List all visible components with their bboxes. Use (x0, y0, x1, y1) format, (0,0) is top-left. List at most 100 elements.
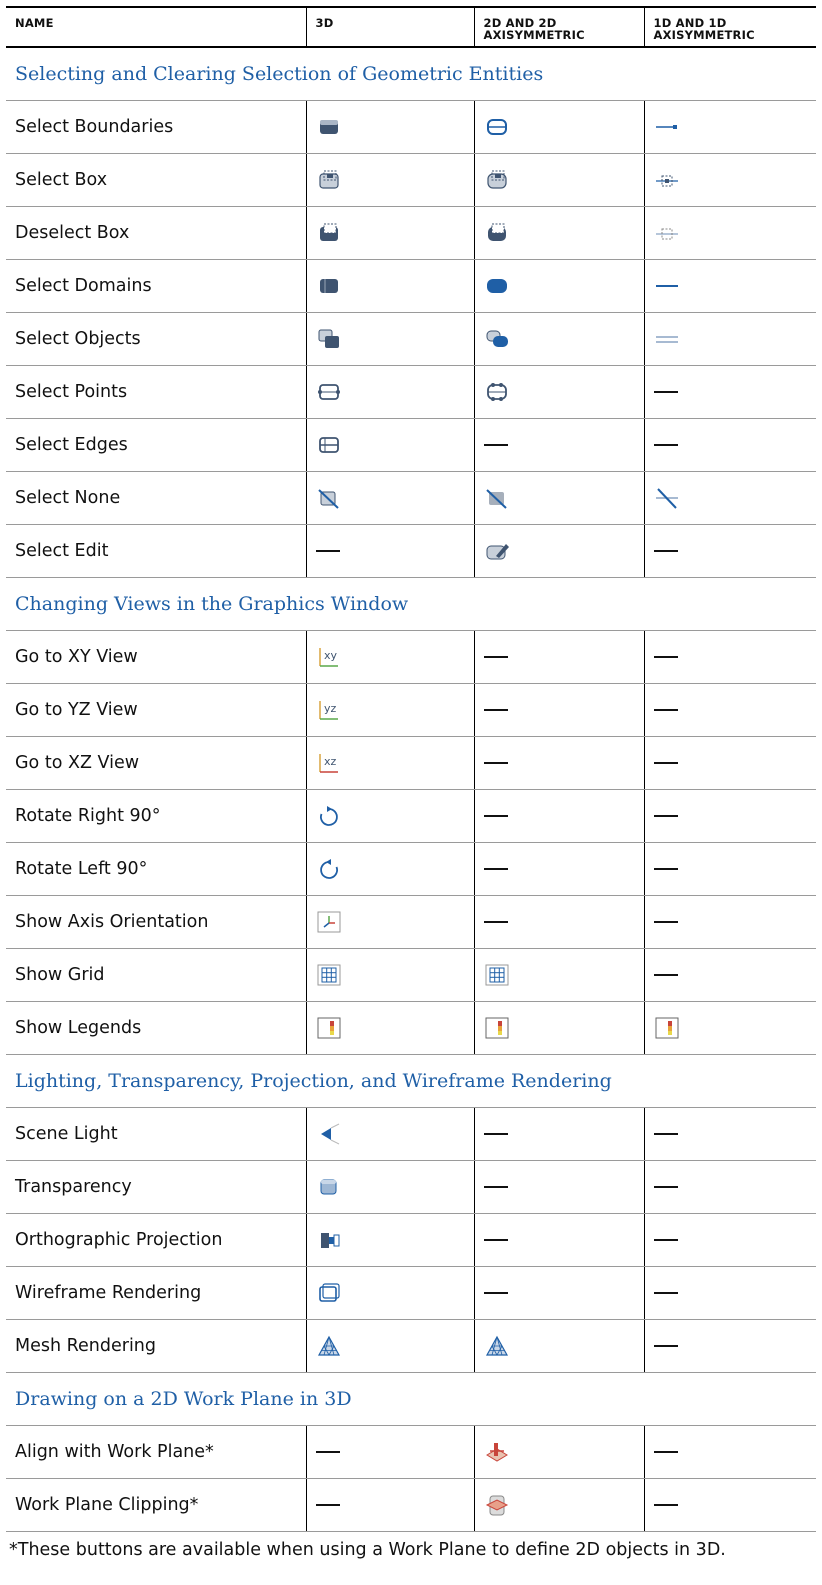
mesh-icon (484, 1334, 510, 1358)
not-available-1d (643, 418, 816, 472)
button-icon-cell-3d (305, 418, 474, 472)
table-row: Select Edit (6, 524, 816, 578)
select-points-3d-icon (316, 380, 342, 404)
table-row: Select Edges (6, 418, 816, 472)
not-available-3d (305, 524, 474, 578)
dash-icon (653, 1239, 678, 1241)
button-icon-cell-3d (305, 1266, 474, 1320)
button-icon-cell-1d (643, 471, 816, 525)
dash-icon (653, 921, 678, 923)
dash-icon (653, 550, 678, 552)
button-name: Go to XZ View (6, 736, 306, 790)
not-available-3d (305, 1478, 474, 1532)
select-objects-1d-icon (654, 327, 680, 351)
button-name: Rotate Right 90° (6, 789, 306, 843)
button-icon-cell-1d (643, 100, 816, 154)
section-title: Selecting and Clearing Selection of Geom… (6, 47, 816, 101)
select-points-2d-icon (484, 380, 510, 404)
button-icon-cell-3d (305, 895, 474, 949)
legend-icon (484, 1016, 510, 1040)
not-available-2d (473, 895, 644, 949)
grid-icon (484, 963, 510, 987)
not-available-2d (473, 630, 644, 684)
table-row: Go to YZ View yz (6, 683, 816, 737)
not-available-2d (473, 842, 644, 896)
button-name: Rotate Left 90° (6, 842, 306, 896)
button-name: Mesh Rendering (6, 1319, 306, 1373)
dash-icon (483, 656, 508, 658)
not-available-1d (643, 524, 816, 578)
header-2d: 2D AND 2D AXISYMMETRIC (473, 6, 644, 48)
dash-icon (483, 762, 508, 764)
button-icon-cell-2d (473, 259, 644, 313)
section-title: Changing Views in the Graphics Window (6, 577, 816, 631)
button-icon-cell-2d (473, 1319, 644, 1373)
button-icon-cell-3d (305, 1001, 474, 1055)
table-row: Work Plane Clipping* (6, 1478, 816, 1532)
button-icon-cell-3d (305, 948, 474, 1002)
header-1d: 1D AND 1D AXISYMMETRIC (643, 6, 816, 48)
table-row: Go to XY View xy (6, 630, 816, 684)
orthographic-projection-icon (316, 1228, 342, 1252)
dash-icon (315, 1451, 340, 1453)
dash-icon (653, 656, 678, 658)
mesh-icon (316, 1334, 342, 1358)
table-row: Mesh Rendering (6, 1319, 816, 1373)
select-edges-3d-icon (316, 433, 342, 457)
section-row: Lighting, Transparency, Projection, and … (6, 1054, 816, 1108)
table-row: Orthographic Projection (6, 1213, 816, 1267)
button-icon-cell-2d (473, 1425, 644, 1479)
button-name: Align with Work Plane* (6, 1425, 306, 1479)
table-row: Show Axis Orientation (6, 895, 816, 949)
not-available-1d (643, 1160, 816, 1214)
button-icon-cell-2d (473, 365, 644, 419)
not-available-2d (473, 1213, 644, 1267)
table-row: Scene Light (6, 1107, 816, 1161)
table-row: Select Boundaries (6, 100, 816, 154)
button-name: Show Grid (6, 948, 306, 1002)
rotate-right-icon (316, 804, 342, 828)
button-name: Select Points (6, 365, 306, 419)
table-header-row: NAME 3D 2D AND 2D AXISYMMETRIC 1D AND 1D… (6, 6, 816, 48)
svg-text:xy: xy (324, 649, 338, 662)
table-row: Wireframe Rendering (6, 1266, 816, 1320)
button-icon-cell-2d (473, 153, 644, 207)
svg-text:xz: xz (324, 755, 337, 768)
button-name: Select Box (6, 153, 306, 207)
not-available-1d (643, 842, 816, 896)
dash-icon (315, 550, 340, 552)
button-icon-cell-3d: xy (305, 630, 474, 684)
not-available-1d (643, 1213, 816, 1267)
dash-icon (483, 1292, 508, 1294)
not-available-1d (643, 789, 816, 843)
table-row: Align with Work Plane* (6, 1425, 816, 1479)
deselect-box-1d-icon (654, 221, 680, 245)
toolbar-button-table-container: NAME 3D 2D AND 2D AXISYMMETRIC 1D AND 1D… (6, 6, 816, 1560)
table-row: Go to XZ View xz (6, 736, 816, 790)
header-3d: 3D (305, 6, 474, 48)
select-boundaries-3d-icon (316, 115, 342, 139)
button-icon-cell-1d (643, 1001, 816, 1055)
wireframe-icon (316, 1281, 342, 1305)
button-icon-cell-2d (473, 524, 644, 578)
dash-icon (653, 1133, 678, 1135)
select-objects-2d-icon (484, 327, 510, 351)
dash-icon (653, 868, 678, 870)
button-name: Select Domains (6, 259, 306, 313)
button-icon-cell-2d (473, 1001, 644, 1055)
table-body: Selecting and Clearing Selection of Geom… (6, 47, 816, 1532)
button-name: Transparency (6, 1160, 306, 1214)
not-available-1d (643, 365, 816, 419)
table-row: Select Domains (6, 259, 816, 313)
not-available-1d (643, 1319, 816, 1373)
table-row: Select None (6, 471, 816, 525)
button-icon-cell-3d (305, 1107, 474, 1161)
dash-icon (483, 921, 508, 923)
button-icon-cell-1d (643, 153, 816, 207)
not-available-2d (473, 1266, 644, 1320)
dash-icon (483, 1186, 508, 1188)
dash-icon (653, 1292, 678, 1294)
button-icon-cell-1d (643, 206, 816, 260)
dash-icon (653, 1186, 678, 1188)
not-available-2d (473, 789, 644, 843)
